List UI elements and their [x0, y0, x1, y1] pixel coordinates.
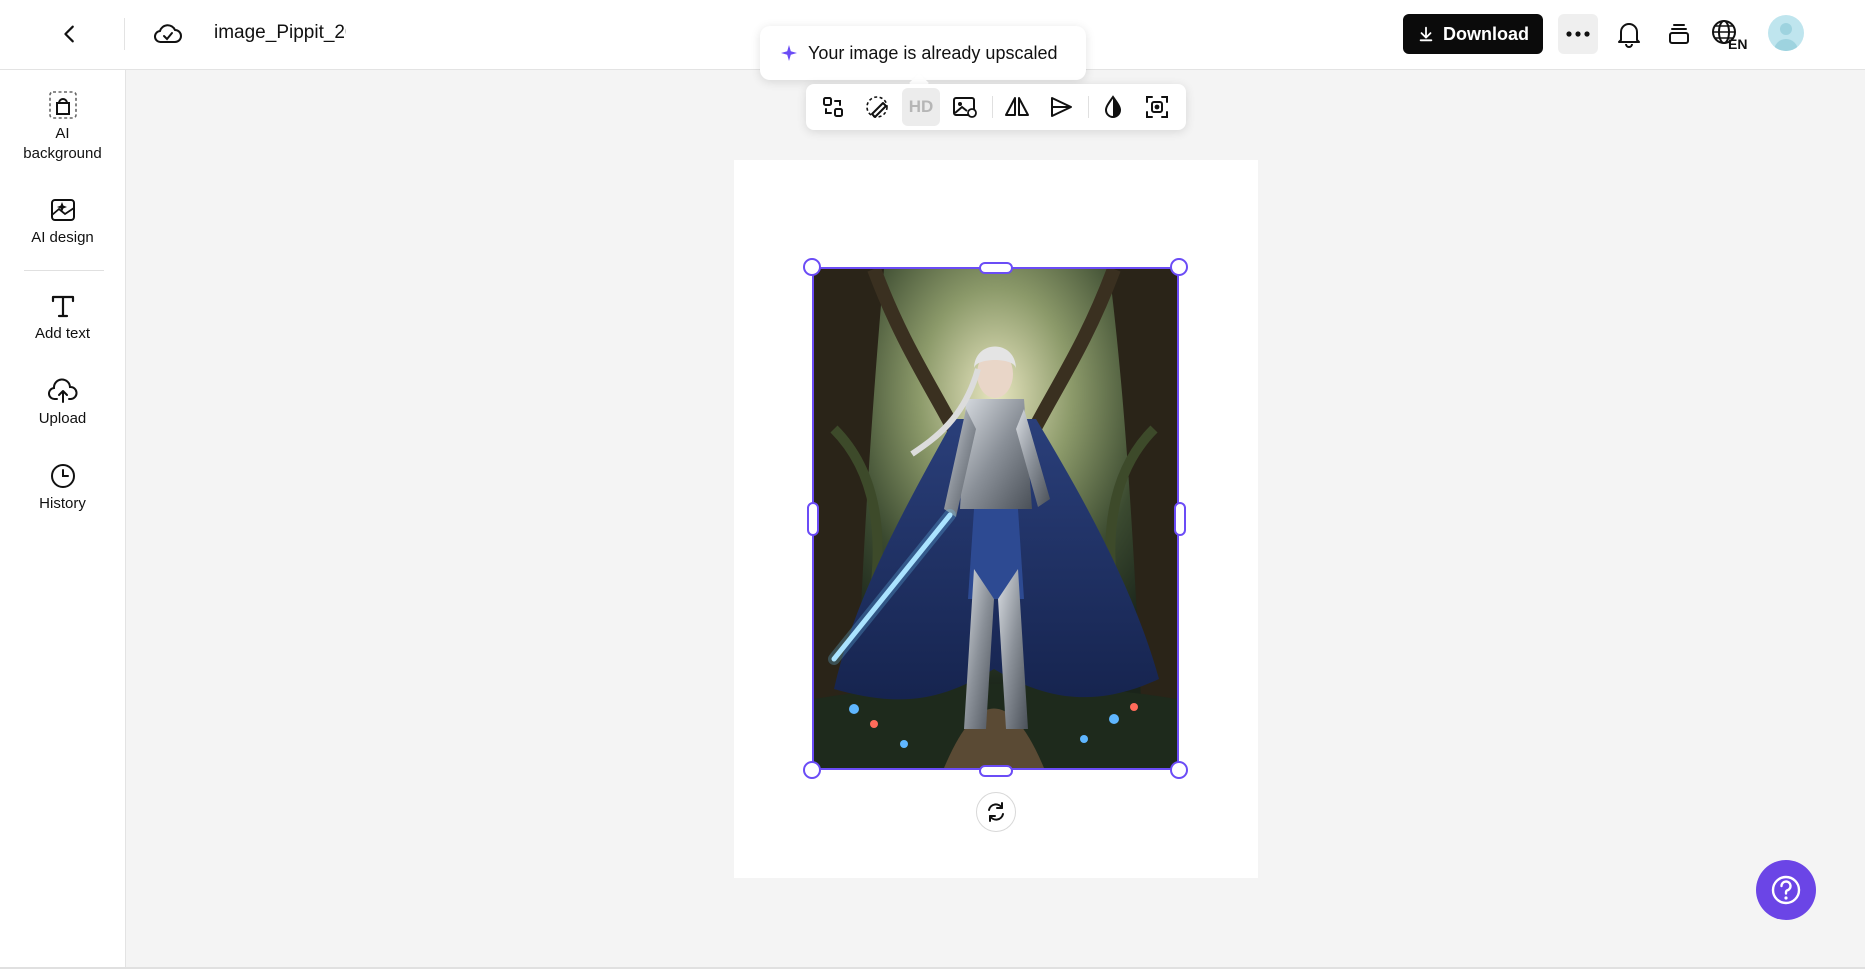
resize-handle-right[interactable]	[1174, 502, 1186, 536]
question-icon	[1771, 875, 1801, 905]
resize-handle-bottom-right[interactable]	[1170, 761, 1188, 779]
help-button[interactable]	[1756, 860, 1816, 920]
fantasy-knight-image	[814, 269, 1177, 768]
opacity-button[interactable]	[1094, 88, 1132, 126]
language-selector[interactable]: EN	[1710, 16, 1754, 56]
upscale-toast: Your image is already upscaled	[760, 26, 1086, 80]
sidebar-item-ai-background[interactable]: AI background	[0, 90, 125, 164]
resize-handle-top-right[interactable]	[1170, 258, 1188, 276]
sidebar-item-ai-design[interactable]: AI design	[0, 196, 125, 248]
sidebar-item-history[interactable]: History	[0, 462, 125, 514]
magic-erase-button[interactable]	[858, 88, 896, 126]
resize-handle-left[interactable]	[807, 502, 819, 536]
layers-button[interactable]	[1661, 16, 1697, 52]
language-code: EN	[1728, 36, 1748, 52]
header-divider	[124, 18, 125, 50]
ellipsis-icon	[1566, 31, 1590, 37]
file-name[interactable]: image_Pippit_20	[214, 22, 346, 44]
image-edit-button[interactable]	[946, 88, 984, 126]
ai-background-icon	[48, 91, 77, 119]
sidebar-label: Add text	[34, 325, 91, 342]
chevron-left-icon	[64, 25, 74, 43]
resize-handle-top[interactable]	[979, 262, 1013, 274]
rotate-button[interactable]	[976, 792, 1016, 832]
send-icon	[1051, 97, 1072, 117]
hd-upscale-button[interactable]: HD	[902, 88, 940, 126]
sidebar-item-upload[interactable]: Upload	[0, 377, 125, 429]
eraser-icon	[866, 96, 888, 118]
arrange-button[interactable]	[1042, 88, 1080, 126]
toolbar-divider	[1088, 96, 1089, 118]
focus-icon	[1146, 96, 1168, 118]
selected-image[interactable]	[812, 267, 1179, 770]
clock-icon	[50, 464, 75, 488]
sidebar-label: Upload	[38, 410, 87, 427]
sparkle-icon	[781, 45, 797, 61]
toolbar-divider	[992, 96, 993, 118]
text-icon	[51, 295, 74, 318]
sidebar-divider	[24, 270, 104, 271]
toast-message: Your image is already upscaled	[808, 42, 1058, 63]
sidebar-item-add-text[interactable]: Add text	[0, 292, 125, 344]
left-sidebar: AI background AI design Add text Upload …	[0, 70, 126, 969]
flip-button[interactable]	[998, 88, 1036, 126]
image-toolbar: HD	[806, 84, 1186, 130]
download-button[interactable]: Download	[1403, 14, 1543, 54]
replace-icon	[823, 97, 843, 117]
rotate-icon	[988, 802, 1004, 822]
sidebar-label: AI background	[23, 125, 102, 162]
sidebar-label: AI design	[31, 229, 94, 246]
sidebar-label: History	[39, 495, 86, 512]
more-options-button[interactable]	[1558, 14, 1598, 54]
avatar[interactable]	[1768, 15, 1804, 51]
cloud-sync-icon[interactable]	[150, 16, 186, 52]
back-button[interactable]	[52, 16, 88, 52]
image-edit-icon	[953, 97, 977, 118]
bell-icon	[1618, 23, 1640, 48]
replace-button[interactable]	[814, 88, 852, 126]
flip-icon	[1005, 97, 1029, 116]
upload-icon	[47, 378, 77, 403]
ai-design-icon	[50, 199, 75, 221]
notifications-button[interactable]	[1611, 16, 1647, 52]
user-icon	[1774, 23, 1798, 51]
download-label: Download	[1443, 23, 1529, 44]
opacity-icon	[1104, 95, 1122, 118]
focus-button[interactable]	[1138, 88, 1176, 126]
resize-handle-bottom-left[interactable]	[803, 761, 821, 779]
stack-icon	[1669, 24, 1689, 44]
resize-handle-top-left[interactable]	[803, 258, 821, 276]
resize-handle-bottom[interactable]	[979, 765, 1013, 777]
download-icon	[1419, 26, 1433, 42]
